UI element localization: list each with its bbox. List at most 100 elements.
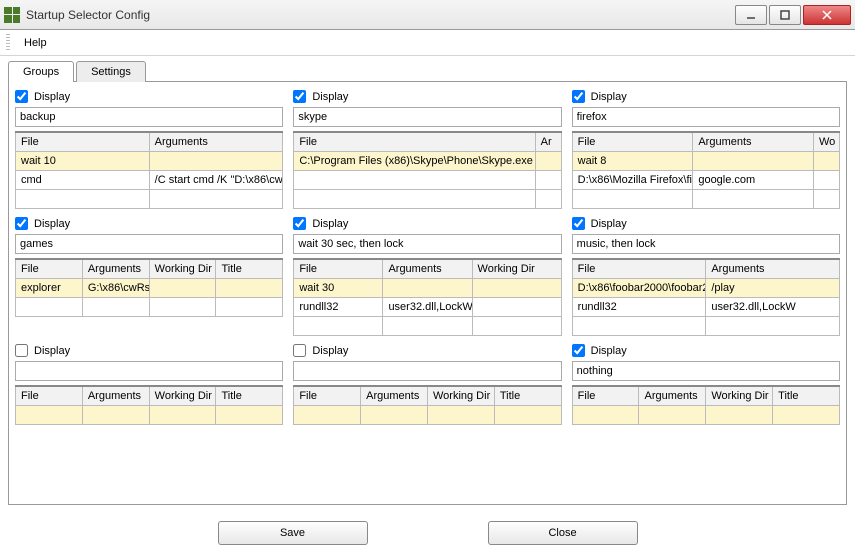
cell[interactable]: /play [706,279,840,298]
cell[interactable] [535,152,561,171]
group-name-input[interactable] [15,361,283,381]
col-header-file[interactable]: File [294,386,361,406]
cell[interactable] [572,317,706,336]
table-row[interactable] [16,190,283,209]
cell[interactable]: explorer [16,279,83,298]
display-checkbox[interactable] [15,217,28,230]
group-table[interactable]: FileArgumentsD:\x86\foobar2000\foobar200… [572,258,840,336]
cell[interactable] [383,279,472,298]
cell[interactable] [773,406,840,425]
group-table[interactable]: FileArgumentsWorking Dirwait 30rundll32u… [293,258,561,336]
cell[interactable] [427,406,494,425]
col-header-workingDir[interactable]: Working Dir [149,259,216,279]
group-name-input[interactable] [572,107,840,127]
group-table[interactable]: FileArC:\Program Files (x86)\Skype\Phone… [293,131,561,209]
table-row[interactable] [294,171,561,190]
table-row[interactable]: wait 10 [16,152,283,171]
table-row[interactable]: C:\Program Files (x86)\Skype\Phone\Skype… [294,152,561,171]
table-row[interactable] [16,298,283,317]
table-row[interactable]: rundll32user32.dll,LockWorkStation [294,298,561,317]
cell[interactable]: D:\x86\foobar2000\foobar2000.exe [572,279,706,298]
col-header-arguments[interactable]: Arguments [706,259,840,279]
cell[interactable] [693,152,814,171]
col-header-file[interactable]: File [16,132,150,152]
table-row[interactable] [572,190,839,209]
col-header-file[interactable]: File [16,386,83,406]
table-row[interactable] [294,317,561,336]
col-header-file[interactable]: File [294,132,535,152]
cell[interactable] [294,406,361,425]
cell[interactable]: user32.dll,LockW [706,298,840,317]
col-header-title[interactable]: Title [773,386,840,406]
close-window-button[interactable] [803,5,851,25]
cell[interactable] [693,190,814,209]
group-table[interactable]: FileArgumentsWowait 8D:\x86\Mozilla Fire… [572,131,840,209]
cell[interactable] [472,317,561,336]
cell[interactable]: /C start cmd /K "D:\x86\cwRsync\_backup. [149,171,283,190]
display-checkbox[interactable] [15,90,28,103]
cell[interactable] [149,152,283,171]
group-table[interactable]: FileArgumentsWorking DirTitleexplorerG:\… [15,258,283,317]
col-header-file[interactable]: File [572,132,693,152]
cell[interactable]: wait 30 [294,279,383,298]
cell[interactable] [149,190,283,209]
table-row[interactable] [294,190,561,209]
tab-groups[interactable]: Groups [8,61,74,82]
cell[interactable] [149,298,216,317]
col-header-workingDir[interactable]: Working Dir [472,259,561,279]
cell[interactable] [535,171,561,190]
cell[interactable] [535,190,561,209]
minimize-button[interactable] [735,5,767,25]
cell[interactable] [16,298,83,317]
cell[interactable] [216,279,283,298]
col-header-file[interactable]: File [572,259,706,279]
cell[interactable]: user32.dll,LockWorkStation [383,298,472,317]
display-checkbox[interactable] [293,217,306,230]
table-row[interactable] [572,406,839,425]
cell[interactable] [814,190,840,209]
col-header-workingDir[interactable]: Working Dir [706,386,773,406]
group-name-input[interactable] [15,234,283,254]
cell[interactable] [383,317,472,336]
cell[interactable] [149,406,216,425]
display-checkbox[interactable] [572,90,585,103]
group-name-input[interactable] [293,107,561,127]
cell[interactable] [361,406,428,425]
group-table[interactable]: FileArgumentswait 10cmd/C start cmd /K "… [15,131,283,209]
cell[interactable] [472,298,561,317]
cell[interactable] [294,190,535,209]
cell[interactable] [814,171,840,190]
cell[interactable] [149,279,216,298]
display-checkbox[interactable] [15,344,28,357]
col-header-file[interactable]: File [294,259,383,279]
cell[interactable] [216,298,283,317]
cell[interactable] [706,406,773,425]
group-name-input[interactable] [293,361,561,381]
table-row[interactable]: explorerG:\x86\cwRsync [16,279,283,298]
maximize-button[interactable] [769,5,801,25]
table-row[interactable]: rundll32user32.dll,LockW [572,298,839,317]
table-row[interactable]: D:\x86\foobar2000\foobar2000.exe/play [572,279,839,298]
col-header-workingDir[interactable]: Working Dir [427,386,494,406]
group-name-input[interactable] [293,234,561,254]
table-row[interactable]: wait 30 [294,279,561,298]
cell[interactable] [16,406,83,425]
cell[interactable] [706,317,840,336]
cell[interactable]: wait 8 [572,152,693,171]
table-row[interactable]: cmd/C start cmd /K "D:\x86\cwRsync\_back… [16,171,283,190]
col-header-title[interactable]: Title [494,386,561,406]
cell[interactable] [814,152,840,171]
close-button[interactable]: Close [488,521,638,545]
display-checkbox[interactable] [572,344,585,357]
group-name-input[interactable] [572,234,840,254]
col-header-wo[interactable]: Wo [814,132,840,152]
col-header-file[interactable]: File [572,386,639,406]
cell[interactable] [82,298,149,317]
table-row[interactable]: D:\x86\Mozilla Firefox\firefox.exegoogle… [572,171,839,190]
cell[interactable] [216,406,283,425]
cell[interactable] [572,190,693,209]
menu-help[interactable]: Help [16,33,55,53]
cell[interactable] [294,317,383,336]
cell[interactable]: google.com [693,171,814,190]
group-table[interactable]: FileArgumentsWorking DirTitle [572,385,840,425]
